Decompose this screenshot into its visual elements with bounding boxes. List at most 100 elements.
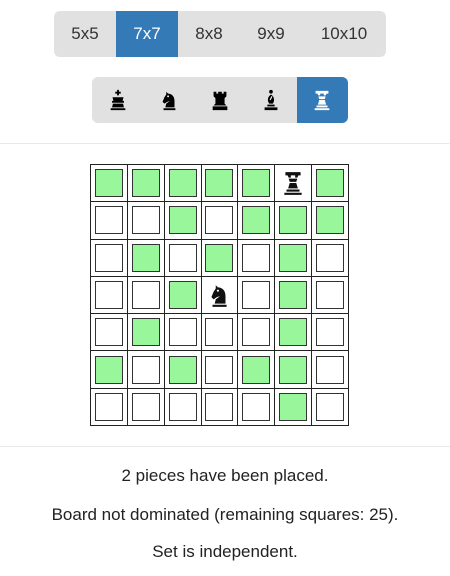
empty-square xyxy=(94,392,123,421)
independence-status-text: Set is independent. xyxy=(152,542,298,561)
size-button-8x8[interactable]: 8x8 xyxy=(178,11,240,57)
empty-square xyxy=(131,355,160,384)
empty-square xyxy=(94,318,123,347)
board-cell[interactable] xyxy=(201,314,239,352)
piece-button-king[interactable] xyxy=(92,77,143,123)
board-cell[interactable] xyxy=(127,314,165,352)
board-cell[interactable] xyxy=(312,165,349,203)
board-cell[interactable] xyxy=(201,276,239,315)
dominated-square xyxy=(168,280,197,309)
dominated-square xyxy=(168,355,197,384)
board-cell[interactable] xyxy=(91,351,128,389)
empty-square xyxy=(242,392,271,421)
piece-button-knight[interactable] xyxy=(143,77,194,123)
board-cell[interactable] xyxy=(164,239,202,277)
size-button-10x10[interactable]: 10x10 xyxy=(302,11,386,57)
dominated-square xyxy=(279,280,308,309)
board-cell[interactable] xyxy=(275,165,313,203)
board-cell[interactable] xyxy=(201,351,239,389)
queen-icon xyxy=(315,90,330,111)
board-cell[interactable] xyxy=(91,314,128,352)
board-cell[interactable] xyxy=(127,165,165,203)
board-cell[interactable] xyxy=(201,388,239,426)
dominated-square xyxy=(131,169,160,198)
size-button-7x7[interactable]: 7x7 xyxy=(116,11,178,57)
dominated-square xyxy=(279,318,308,347)
board-cell[interactable] xyxy=(238,351,276,389)
board-cell[interactable] xyxy=(238,388,276,426)
board-cell[interactable] xyxy=(312,314,349,352)
dominated-square xyxy=(94,355,123,384)
empty-square xyxy=(168,392,197,421)
board-cell[interactable] xyxy=(238,202,276,240)
board-cell[interactable] xyxy=(312,276,349,315)
board-cell[interactable] xyxy=(312,388,349,426)
dominated-square xyxy=(242,206,271,235)
board-cell[interactable] xyxy=(91,165,128,203)
knight-icon xyxy=(205,281,233,309)
board-cell[interactable] xyxy=(127,388,165,426)
dominated-square xyxy=(205,243,234,272)
board-cell[interactable] xyxy=(275,239,313,277)
dominated-square xyxy=(168,169,197,198)
dominated-square xyxy=(242,169,271,198)
board-cell[interactable] xyxy=(127,276,165,315)
board-cell[interactable] xyxy=(127,239,165,277)
board-cell[interactable] xyxy=(164,202,202,240)
board-cell[interactable] xyxy=(127,202,165,240)
board-cell[interactable] xyxy=(164,351,202,389)
board-cell[interactable] xyxy=(91,388,128,426)
empty-square xyxy=(131,206,160,235)
board-cell[interactable] xyxy=(312,202,349,240)
bishop-icon xyxy=(264,89,278,111)
board-cell[interactable] xyxy=(275,388,313,426)
board-cell[interactable] xyxy=(127,351,165,389)
board-size-selector: 5x5 7x7 8x8 9x9 10x10 xyxy=(54,11,386,57)
dominated-square xyxy=(316,206,345,235)
empty-square xyxy=(94,243,123,272)
board-cell[interactable] xyxy=(238,239,276,277)
board-cell[interactable] xyxy=(91,276,128,315)
dominated-square xyxy=(205,169,234,198)
board-cell[interactable] xyxy=(275,276,313,315)
board-cell[interactable] xyxy=(238,165,276,203)
board-cell[interactable] xyxy=(91,202,128,240)
piece-button-rook[interactable] xyxy=(194,77,245,123)
dominated-square xyxy=(279,243,308,272)
board-cell[interactable] xyxy=(275,314,313,352)
size-button-9x9[interactable]: 9x9 xyxy=(240,11,302,57)
piece-button-bishop[interactable] xyxy=(246,77,297,123)
empty-square xyxy=(205,355,234,384)
dominated-square xyxy=(316,169,345,198)
board-cell[interactable] xyxy=(312,351,349,389)
board-cell[interactable] xyxy=(238,276,276,315)
dominated-square xyxy=(131,243,160,272)
empty-square xyxy=(316,392,345,421)
board-cell[interactable] xyxy=(91,239,128,277)
board-cell[interactable] xyxy=(312,239,349,277)
empty-square xyxy=(242,318,271,347)
dominated-square xyxy=(279,206,308,235)
empty-square xyxy=(242,243,271,272)
board-cell[interactable] xyxy=(201,239,239,277)
board-cell[interactable] xyxy=(201,165,239,203)
board-cell[interactable] xyxy=(164,276,202,315)
board-cell[interactable] xyxy=(238,314,276,352)
empty-square xyxy=(316,243,345,272)
empty-square xyxy=(316,280,345,309)
empty-square xyxy=(316,318,345,347)
dominated-square xyxy=(168,206,197,235)
empty-square xyxy=(168,318,197,347)
board-cell[interactable] xyxy=(164,314,202,352)
size-button-5x5[interactable]: 5x5 xyxy=(54,11,116,57)
board-cell[interactable] xyxy=(164,388,202,426)
empty-square xyxy=(242,280,271,309)
board-cell[interactable] xyxy=(164,165,202,203)
empty-square xyxy=(316,355,345,384)
dominated-square xyxy=(242,355,271,384)
king-icon xyxy=(110,89,125,111)
board-cell[interactable] xyxy=(201,202,239,240)
board-cell[interactable] xyxy=(275,202,313,240)
board-cell[interactable] xyxy=(275,351,313,389)
piece-button-queen[interactable] xyxy=(296,77,348,123)
